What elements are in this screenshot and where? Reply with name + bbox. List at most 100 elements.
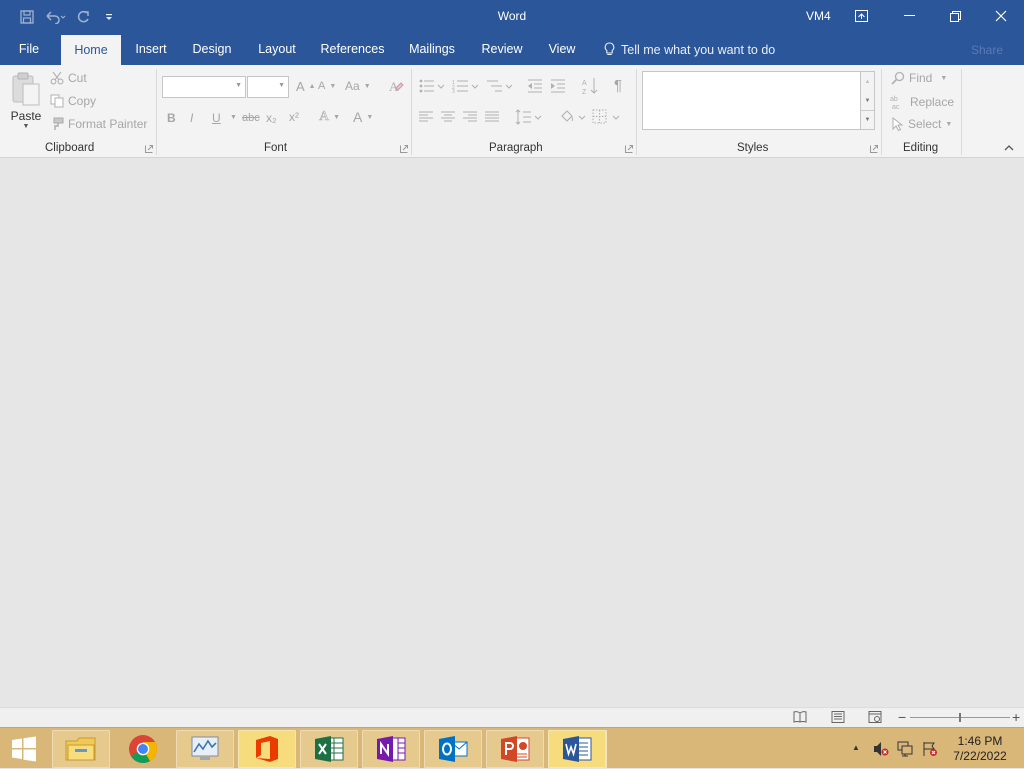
find-dropdown-icon[interactable]: ▼ [940,75,947,82]
svg-text:3: 3 [452,89,455,93]
tab-layout[interactable]: Layout [250,34,304,65]
taskbar-chrome[interactable] [114,730,172,768]
paragraph-dialog-launcher-icon[interactable] [625,145,633,153]
copy-button[interactable]: Copy [50,94,96,108]
zoom-slider-thumb[interactable] [959,713,961,722]
collapse-ribbon-icon[interactable] [1004,144,1014,151]
document-area[interactable] [0,158,1024,707]
group-separator [961,69,962,155]
styles-more-icon[interactable]: ▼ [861,110,874,129]
line-spacing-button[interactable] [515,109,543,125]
tab-design[interactable]: Design [184,34,240,65]
select-button[interactable]: Select ▼ [892,117,952,131]
zoom-out-button[interactable]: − [898,709,906,725]
numbering-button[interactable]: 123 [452,79,480,93]
restore-icon[interactable] [932,0,978,32]
font-dialog-launcher-icon[interactable] [400,145,408,153]
web-layout-icon[interactable] [868,711,882,723]
tab-file[interactable]: File [8,34,50,65]
font-color-button[interactable]: A ▼ [353,109,373,125]
system-clock[interactable]: 1:46 PM 7/22/2022 [944,734,1016,764]
tab-insert[interactable]: Insert [127,34,175,65]
taskbar-word[interactable] [548,730,606,768]
find-button[interactable]: Find ▼ [891,71,947,85]
align-right-button[interactable] [463,111,477,123]
decrease-indent-button[interactable] [527,79,543,93]
grow-font-button[interactable]: A ▲ [296,79,316,94]
taskbar-resource-monitor[interactable] [176,730,234,768]
styles-scroll-up-icon[interactable]: ▲ [861,72,874,91]
increase-indent-button[interactable] [550,79,566,93]
replace-label: Replace [910,95,955,109]
ribbon-display-options-icon[interactable] [838,0,884,32]
bullets-button[interactable] [419,79,445,93]
tell-me-search[interactable]: Tell me what you want to do [604,42,775,57]
cut-button[interactable]: Cut [50,71,87,85]
font-size-dropdown-icon[interactable]: ▼ [278,82,285,89]
text-effects-button[interactable]: A ▼ [319,109,340,125]
volume-muted-icon[interactable] [873,741,889,757]
styles-scroll-down-icon[interactable]: ▼ [861,91,874,110]
share-button[interactable]: Share [971,43,1003,57]
replace-button[interactable]: ab ac Replace [890,94,954,110]
network-icon[interactable] [897,741,914,757]
clear-formatting-icon: A [389,79,404,94]
align-left-button[interactable] [419,111,433,123]
taskbar-excel[interactable] [300,730,358,768]
underline-dropdown-icon[interactable]: ▼ [230,114,237,121]
minimize-icon[interactable] [886,0,932,32]
multilevel-list-button[interactable] [486,79,514,93]
select-dropdown-icon[interactable]: ▼ [945,121,952,128]
user-name[interactable]: VM4 [806,9,831,23]
paste-button[interactable]: Paste ▼ [8,71,44,137]
borders-button[interactable] [592,109,622,125]
read-mode-icon[interactable] [793,711,807,723]
show-hidden-icons-icon[interactable]: ▲ [852,743,860,752]
grow-font-glyph: A [296,79,305,94]
close-icon[interactable] [978,0,1024,32]
action-center-icon[interactable] [922,741,938,757]
strikethrough-button[interactable]: abc [242,112,260,124]
justify-button[interactable] [485,111,499,123]
font-size-combobox[interactable]: ▼ [247,76,289,98]
file-explorer-icon [65,737,96,761]
shading-button[interactable] [559,109,587,125]
windows-logo-icon [12,736,36,761]
print-layout-icon[interactable] [831,711,845,723]
tab-mailings[interactable]: Mailings [401,34,463,65]
font-name-combobox[interactable]: ▼ [162,76,246,98]
shrink-font-button[interactable]: A ▼ [318,80,336,92]
tab-view[interactable]: View [540,34,584,65]
taskbar-powerpoint[interactable] [486,730,544,768]
start-button[interactable] [0,728,48,769]
taskbar-office[interactable] [238,730,296,768]
paste-dropdown-icon[interactable]: ▼ [8,123,44,130]
styles-gallery[interactable] [642,71,861,130]
font-name-dropdown-icon[interactable]: ▼ [235,82,242,89]
clipboard-dialog-launcher-icon[interactable] [145,145,153,153]
clear-formatting-button[interactable]: A [388,78,404,94]
zoom-in-button[interactable]: + [1012,709,1020,725]
sort-button[interactable]: AZ [582,77,598,95]
tab-references[interactable]: References [314,34,391,65]
styles-dialog-launcher-icon[interactable] [870,145,878,153]
zoom-slider[interactable] [910,713,1010,722]
align-left-icon [419,111,433,122]
find-label: Find [909,71,933,85]
subscript-button[interactable]: x₂ [266,111,277,125]
lightbulb-icon [604,42,615,55]
align-center-button[interactable] [441,111,455,123]
taskbar-onenote[interactable] [362,730,420,768]
bold-button[interactable]: B [167,111,176,125]
tab-review[interactable]: Review [474,34,530,65]
change-case-button[interactable]: Aa ▼ [345,79,371,93]
format-painter-button[interactable]: Format Painter [50,117,147,131]
tab-home[interactable]: Home [61,35,121,65]
find-icon [891,71,905,85]
underline-button[interactable]: U [212,111,221,125]
taskbar-outlook[interactable] [424,730,482,768]
show-formatting-marks-button[interactable]: ¶ [614,77,622,94]
italic-button[interactable]: I [190,111,193,125]
superscript-button[interactable]: x² [289,110,299,124]
taskbar-file-explorer[interactable] [52,730,110,768]
